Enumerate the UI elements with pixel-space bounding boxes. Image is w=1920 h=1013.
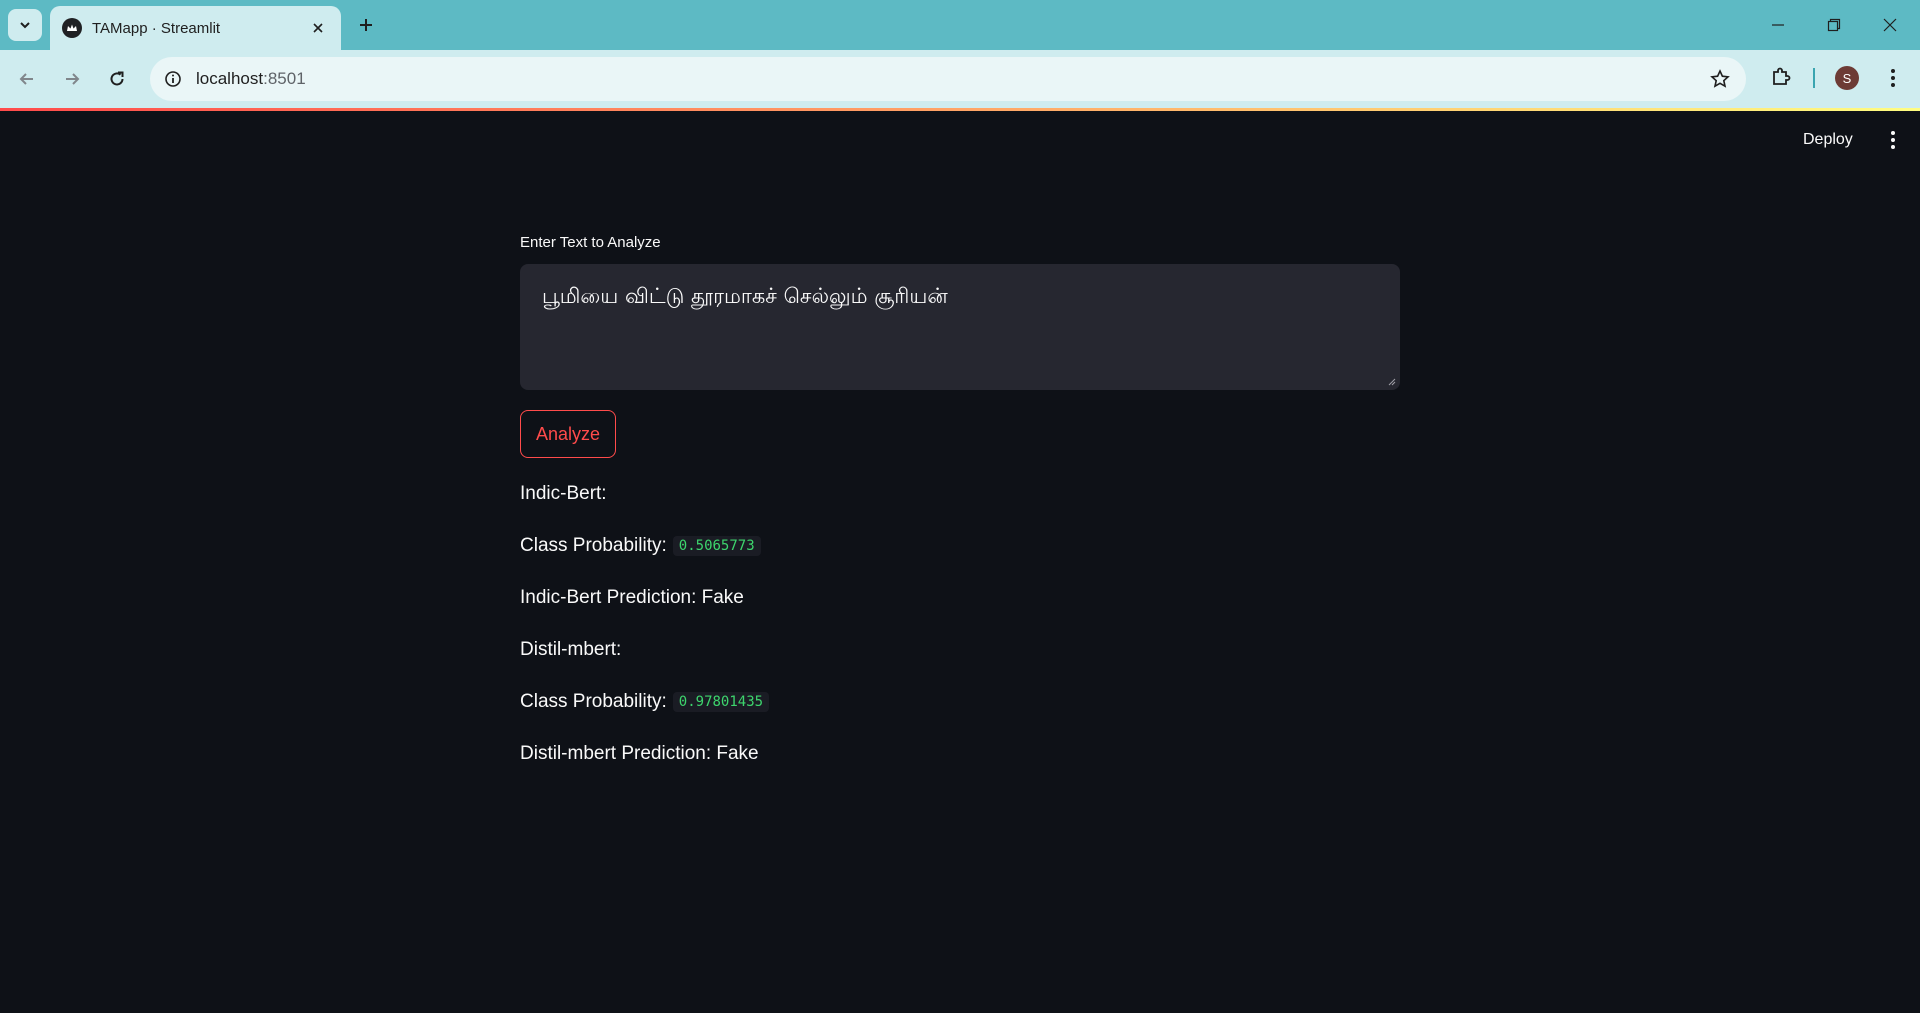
distil-mbert-prediction: Distil-mbert Prediction: Fake (520, 743, 759, 764)
minimize-icon (1772, 24, 1784, 26)
restore-icon (1827, 18, 1841, 32)
deploy-button[interactable]: Deploy (1793, 124, 1863, 156)
forward-button[interactable] (55, 62, 89, 96)
plus-icon (360, 19, 372, 31)
textarea-value: பூமியை விட்டு தூரமாகச் செல்லும் சூரியன் (542, 284, 948, 308)
tab-title: TAMapp · Streamlit (92, 19, 221, 37)
arrow-right-icon (66, 73, 80, 85)
browser-tabbar: TAMapp · Streamlit (0, 0, 1920, 50)
close-icon (1883, 18, 1897, 32)
app-main-menu-icon[interactable] (1880, 126, 1906, 154)
indic-bert-probability-value: 0.5065773 (672, 536, 761, 556)
tab-close-icon[interactable] (307, 17, 329, 39)
analyze-button[interactable]: Analyze (520, 410, 616, 458)
url-port: :8501 (263, 69, 306, 88)
distil-mbert-probability-row: Class Probability: 0.97801435 (520, 687, 770, 717)
distil-mbert-probability-value: 0.97801435 (672, 692, 770, 712)
reload-button[interactable] (100, 62, 134, 96)
tab-search-button[interactable] (8, 9, 42, 41)
chevron-down-icon (20, 22, 30, 29)
toolbar-divider (1813, 68, 1815, 88)
browser-menu-icon[interactable] (1880, 64, 1906, 92)
probability-label: Class Probability: (520, 691, 667, 712)
text-input-label: Enter Text to Analyze (520, 234, 661, 251)
close-window-button[interactable] (1862, 0, 1918, 50)
browser-tab[interactable]: TAMapp · Streamlit (50, 6, 341, 50)
streamlit-favicon-icon (62, 18, 82, 38)
back-button[interactable] (10, 62, 44, 96)
resize-handle-icon[interactable] (1386, 376, 1396, 386)
indic-bert-heading: Indic-Bert: (520, 483, 607, 504)
new-tab-button[interactable] (352, 11, 380, 39)
app-decoration-bar (0, 108, 1920, 111)
site-info-icon[interactable] (160, 66, 186, 92)
browser-toolbar: localhost:8501 (0, 50, 1920, 108)
distil-mbert-heading: Distil-mbert: (520, 639, 622, 660)
restore-button[interactable] (1806, 0, 1862, 50)
minimize-button[interactable] (1750, 0, 1806, 50)
url-host: localhost (196, 69, 264, 88)
text-to-analyze-textarea[interactable]: பூமியை விட்டு தூரமாகச் செல்லும் சூரியன் (520, 264, 1400, 390)
probability-label: Class Probability: (520, 535, 667, 556)
bookmark-star-icon[interactable] (1708, 67, 1732, 91)
url-text[interactable]: localhost:8501 (196, 69, 306, 89)
profile-avatar[interactable]: S (1835, 66, 1859, 90)
indic-bert-probability-row: Class Probability: 0.5065773 (520, 531, 761, 561)
extensions-puzzle-icon[interactable] (1766, 62, 1796, 92)
indic-bert-prediction: Indic-Bert Prediction: Fake (520, 587, 744, 608)
address-bar[interactable]: localhost:8501 (150, 57, 1746, 101)
arrow-left-icon (19, 73, 33, 85)
reload-icon (110, 71, 124, 86)
